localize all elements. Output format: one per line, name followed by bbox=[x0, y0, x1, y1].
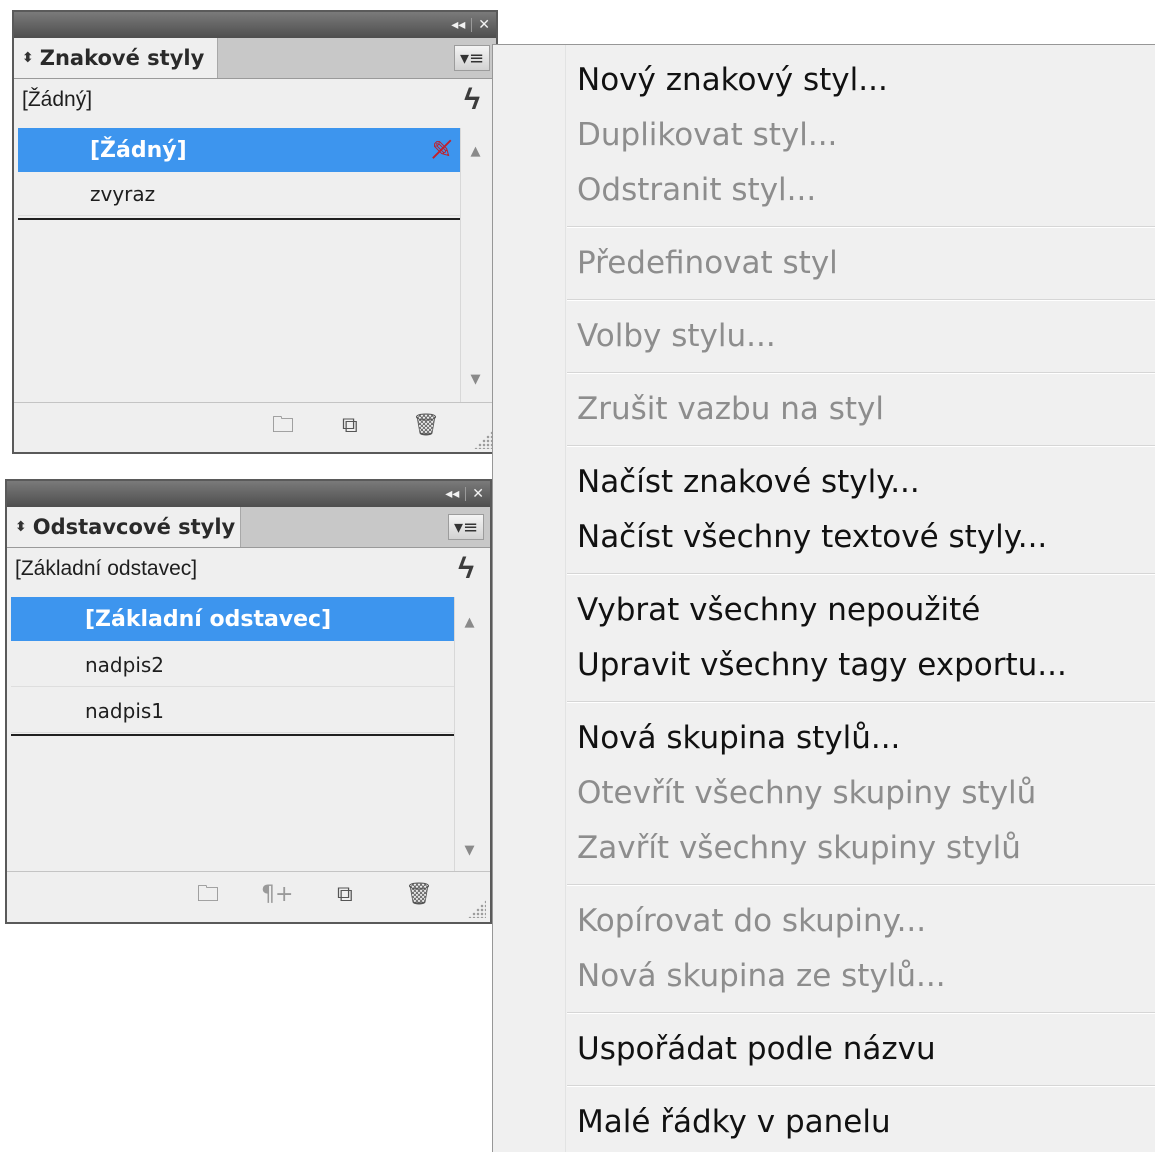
tab-row: ⬍ Odstavcové styly ▾≡ bbox=[7, 507, 490, 548]
sort-updown-icon: ⬍ bbox=[15, 519, 27, 535]
scroll-up-icon[interactable]: ▲ bbox=[461, 144, 490, 159]
folder-icon[interactable]: 🗀 bbox=[272, 413, 294, 439]
menu-item-delete-style[interactable]: Odstranit styl... bbox=[577, 163, 816, 217]
panel-menu-icon: ▾≡ bbox=[453, 516, 479, 538]
list-item-label: [Základní odstavec] bbox=[85, 606, 332, 632]
list-item[interactable]: zvyraz bbox=[18, 172, 460, 216]
menu-separator bbox=[567, 1085, 1155, 1087]
menu-separator bbox=[567, 299, 1155, 301]
character-styles-panel: ◂◂ ✕ ⬍ Znakové styly ▾≡ [Žádný] ϟ [Žádný… bbox=[12, 10, 498, 454]
list-end-divider bbox=[11, 734, 454, 736]
new-page-icon[interactable]: ⧉ bbox=[342, 413, 358, 439]
list-item-label: nadpis1 bbox=[85, 698, 165, 723]
current-style-row: [Žádný] ϟ bbox=[22, 80, 488, 120]
scrollbar[interactable]: ▲ ▼ bbox=[460, 128, 490, 402]
current-style-row: [Základní odstavec] ϟ bbox=[15, 549, 482, 589]
current-style-label: [Základní odstavec] bbox=[15, 557, 198, 580]
list-item[interactable]: nadpis1 bbox=[11, 689, 454, 733]
tab-label: Odstavcové styly bbox=[32, 515, 236, 539]
menu-item-new-group-from-styles[interactable]: Nová skupina ze stylů... bbox=[577, 949, 946, 1003]
list-item[interactable]: nadpis2 bbox=[11, 643, 454, 687]
list-item[interactable]: [Základní odstavec] bbox=[11, 597, 454, 641]
double-arrow-left-icon[interactable]: ◂◂ bbox=[445, 486, 459, 502]
menu-separator bbox=[567, 1012, 1155, 1014]
list-item-label: [Žádný] bbox=[90, 137, 187, 163]
pen-slash-icon: ✎̸ bbox=[431, 136, 452, 164]
menu-separator bbox=[567, 573, 1155, 575]
resize-grip-icon[interactable] bbox=[474, 431, 492, 449]
menu-item-edit-export-tags[interactable]: Upravit všechny tagy exportu... bbox=[577, 638, 1067, 692]
panel-menu-button[interactable]: ▾≡ bbox=[448, 514, 484, 540]
panel-footer: 🗀 ⧉ 🗑 bbox=[14, 402, 496, 453]
list-item-label: zvyraz bbox=[90, 181, 156, 206]
menu-item-load-all-text-styles[interactable]: Načíst všechny textové styly... bbox=[577, 510, 1047, 564]
resize-grip-icon[interactable] bbox=[468, 900, 486, 918]
menu-item-small-panel-rows[interactable]: Malé řádky v panelu bbox=[577, 1095, 891, 1149]
menu-item-redefine-style[interactable]: Předefinovat styl bbox=[577, 236, 838, 290]
tab-character-styles[interactable]: ⬍ Znakové styly bbox=[14, 38, 218, 78]
menu-item-close-all-groups[interactable]: Zavřít všechny skupiny stylů bbox=[577, 821, 1021, 875]
lightning-icon[interactable]: ϟ bbox=[464, 83, 480, 117]
new-page-icon[interactable]: ⧉ bbox=[337, 882, 353, 908]
menu-separator bbox=[567, 226, 1155, 228]
list-item[interactable]: [Žádný] ✎̸ bbox=[18, 128, 460, 172]
panel-footer: 🗀 ¶+ ⧉ 🗑 bbox=[7, 871, 490, 922]
menu-item-sort-by-name[interactable]: Uspořádat podle názvu bbox=[577, 1022, 936, 1076]
menu-separator bbox=[567, 445, 1155, 447]
double-arrow-left-icon[interactable]: ◂◂ bbox=[451, 17, 465, 33]
trash-icon[interactable]: 🗑 bbox=[405, 882, 433, 908]
menu-item-open-all-groups[interactable]: Otevřít všechny skupiny stylů bbox=[577, 766, 1036, 820]
menu-item-new-character-style[interactable]: Nový znakový styl... bbox=[577, 53, 888, 107]
scroll-down-icon[interactable]: ▼ bbox=[461, 372, 490, 387]
menu-item-break-link[interactable]: Zrušit vazbu na styl bbox=[577, 382, 884, 436]
panel-titlebar[interactable]: ◂◂ ✕ bbox=[14, 12, 496, 38]
style-list: [Základní odstavec] nadpis2 nadpis1 bbox=[11, 597, 454, 871]
folder-icon[interactable]: 🗀 bbox=[197, 882, 219, 908]
close-icon[interactable]: ✕ bbox=[472, 486, 484, 502]
menu-item-select-all-unused[interactable]: Vybrat všechny nepoužité bbox=[577, 583, 980, 637]
titlebar-divider bbox=[465, 487, 467, 501]
panel-titlebar[interactable]: ◂◂ ✕ bbox=[7, 481, 490, 507]
menu-icon-gutter bbox=[493, 45, 566, 1152]
panel-menu-icon: ▾≡ bbox=[459, 47, 485, 69]
titlebar-divider bbox=[471, 18, 473, 32]
scrollbar[interactable]: ▲ ▼ bbox=[454, 597, 484, 871]
trash-icon[interactable]: 🗑 bbox=[412, 413, 440, 439]
panel-menu-button[interactable]: ▾≡ bbox=[454, 45, 490, 71]
menu-item-new-style-group[interactable]: Nová skupina stylů... bbox=[577, 711, 900, 765]
lightning-icon[interactable]: ϟ bbox=[458, 552, 474, 586]
sort-updown-icon: ⬍ bbox=[22, 50, 34, 66]
close-icon[interactable]: ✕ bbox=[478, 17, 490, 33]
paragraph-styles-panel: ◂◂ ✕ ⬍ Odstavcové styly ▾≡ [Základní ods… bbox=[5, 479, 492, 924]
menu-item-duplicate-style[interactable]: Duplikovat styl... bbox=[577, 108, 837, 162]
pilcrow-plus-icon[interactable]: ¶+ bbox=[261, 882, 293, 908]
menu-item-copy-to-group[interactable]: Kopírovat do skupiny... bbox=[577, 894, 926, 948]
menu-separator bbox=[567, 884, 1155, 886]
scroll-down-icon[interactable]: ▼ bbox=[455, 843, 484, 858]
menu-separator bbox=[567, 372, 1155, 374]
menu-item-style-options[interactable]: Volby stylu... bbox=[577, 309, 776, 363]
panel-flyout-menu: Nový znakový styl... Duplikovat styl... … bbox=[492, 44, 1155, 1152]
current-style-label: [Žádný] bbox=[22, 88, 93, 111]
menu-separator bbox=[567, 701, 1155, 703]
tab-row: ⬍ Znakové styly ▾≡ bbox=[14, 38, 496, 79]
list-item-label: nadpis2 bbox=[85, 652, 165, 677]
tab-label: Znakové styly bbox=[39, 46, 205, 70]
scroll-up-icon[interactable]: ▲ bbox=[455, 615, 484, 630]
list-end-divider bbox=[18, 218, 460, 220]
menu-item-load-character-styles[interactable]: Načíst znakové styly... bbox=[577, 455, 920, 509]
style-list: [Žádný] ✎̸ zvyraz bbox=[18, 128, 460, 402]
tab-paragraph-styles[interactable]: ⬍ Odstavcové styly bbox=[7, 507, 241, 547]
